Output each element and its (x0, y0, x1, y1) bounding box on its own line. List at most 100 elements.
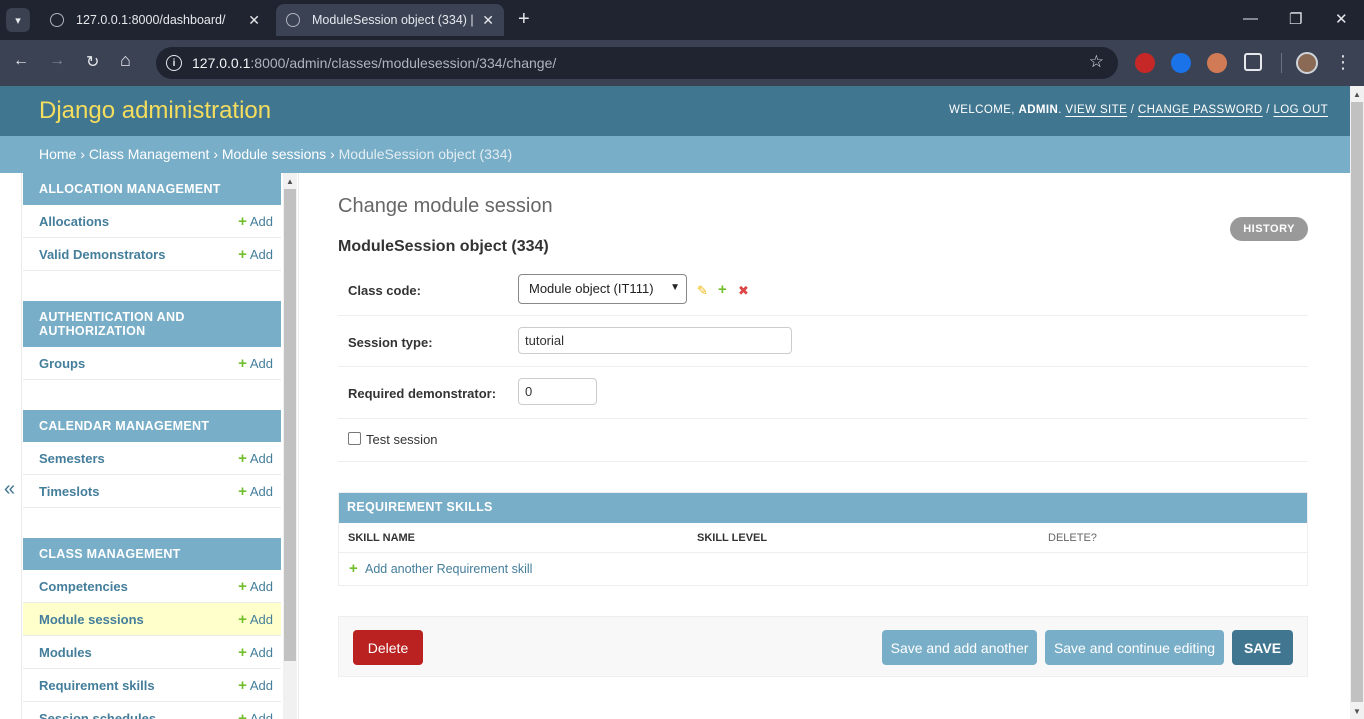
sidebar-item-module-sessions: Module sessions + Add (23, 603, 281, 636)
model-link[interactable]: Module sessions (39, 612, 144, 627)
add-link[interactable]: + Add (238, 213, 273, 230)
model-link[interactable]: Requirement skills (39, 678, 155, 693)
sidebar-item-modules: Modules + Add (23, 636, 281, 669)
extension-google-icon[interactable] (1171, 53, 1191, 73)
save-and-add-another-button[interactable]: Save and add another (882, 630, 1037, 665)
add-link[interactable]: + Add (238, 677, 273, 694)
bookmark-star-icon[interactable]: ☆ (1089, 52, 1104, 72)
test-session-checkbox[interactable] (348, 432, 361, 445)
object-title: ModuleSession object (334) (338, 238, 549, 255)
delete-button[interactable]: Delete (353, 630, 423, 665)
plus-icon: + (238, 482, 247, 500)
sidebar-item-allocations: Allocations + Add (23, 205, 281, 238)
username: ADMIN (1018, 104, 1059, 116)
add-link[interactable]: + Add (238, 611, 273, 628)
add-link[interactable]: + Add (238, 246, 273, 263)
breadcrumb-model[interactable]: Module sessions (222, 146, 326, 162)
address-bar[interactable]: i 127.0.0.1:8000/admin/classes/moduleses… (156, 47, 1118, 79)
tab-search-button[interactable]: ▾ (6, 8, 30, 32)
globe-icon (50, 13, 64, 27)
home-icon[interactable]: ⌂ (120, 50, 131, 71)
app-caption[interactable]: ALLOCATION MANAGEMENT (23, 173, 281, 205)
browser-menu-icon[interactable]: ⋮ (1334, 52, 1352, 73)
sidebar-toggle[interactable]: « (0, 173, 22, 719)
add-link[interactable]: + Add (238, 578, 273, 595)
browser-tab-strip: ▾ 127.0.0.1:8000/dashboard/ ✕ ModuleSess… (0, 0, 1364, 40)
sidebar-scrollbar[interactable]: ▲ (283, 173, 297, 719)
add-link[interactable]: + Add (238, 644, 273, 661)
minimize-icon[interactable]: — (1243, 10, 1258, 27)
breadcrumb-separator: › (213, 146, 218, 162)
separator: / (1266, 104, 1270, 116)
plus-icon: + (238, 449, 247, 467)
view-site-link[interactable]: VIEW SITE (1065, 104, 1127, 116)
reload-icon[interactable]: ↻ (86, 52, 99, 72)
back-icon[interactable]: ← (13, 52, 29, 70)
scroll-up-icon[interactable]: ▲ (1353, 90, 1361, 99)
inline-caption: REQUIREMENT SKILLS (339, 493, 1307, 523)
delete-related-x-icon[interactable]: ✖ (738, 283, 749, 299)
model-link[interactable]: Modules (39, 645, 92, 660)
restore-icon[interactable]: ❐ (1289, 10, 1302, 28)
browser-tab-dashboard[interactable]: 127.0.0.1:8000/dashboard/ ✕ (40, 4, 270, 36)
app-caption[interactable]: CLASS MANAGEMENT (23, 538, 281, 570)
extensions-puzzle-icon[interactable] (1244, 53, 1262, 71)
add-another-link[interactable]: Add another Requirement skill (365, 562, 532, 576)
browser-tab-modulesession[interactable]: ModuleSession object (334) | Cl ✕ (276, 4, 504, 36)
site-name[interactable]: Django administration (39, 97, 271, 125)
add-related-plus-icon[interactable]: + (718, 281, 727, 298)
add-another-row[interactable]: + Add another Requirement skill (339, 553, 1307, 585)
page-scroll-thumb[interactable] (1351, 102, 1363, 702)
app-caption[interactable]: AUTHENTICATION AND AUTHORIZATION (23, 301, 281, 347)
model-link[interactable]: Allocations (39, 214, 109, 229)
add-link[interactable]: + Add (238, 710, 273, 719)
breadcrumb-app[interactable]: Class Management (89, 146, 210, 162)
add-link[interactable]: + Add (238, 355, 273, 372)
log-out-link[interactable]: LOG OUT (1273, 104, 1328, 116)
session-type-input[interactable]: tutorial (518, 327, 792, 354)
class-code-select[interactable]: Module object (IT111) ▼ (518, 274, 687, 304)
breadcrumb-home[interactable]: Home (39, 146, 76, 162)
column-header-skill-name: SKILL NAME (348, 532, 416, 544)
app-caption[interactable]: CALENDAR MANAGEMENT (23, 410, 281, 442)
forward-icon[interactable]: → (49, 52, 65, 70)
scroll-up-icon[interactable]: ▲ (286, 177, 294, 186)
site-info-icon[interactable]: i (166, 55, 182, 71)
plus-icon: + (238, 245, 247, 263)
change-password-link[interactable]: CHANGE PASSWORD (1138, 104, 1263, 116)
scroll-down-icon[interactable]: ▼ (1353, 707, 1361, 716)
model-link[interactable]: Competencies (39, 579, 128, 594)
separator: / (1130, 104, 1135, 116)
new-tab-button[interactable]: + (518, 8, 530, 31)
model-link[interactable]: Valid Demonstrators (39, 247, 165, 262)
sidebar-item-timeslots: Timeslots + Add (23, 475, 281, 508)
breadcrumb: Home › Class Management › Module session… (0, 136, 1350, 173)
save-button[interactable]: SAVE (1232, 630, 1293, 665)
tab-close-icon[interactable]: ✕ (248, 12, 260, 29)
plus-icon: + (349, 560, 358, 577)
add-link[interactable]: + Add (238, 483, 273, 500)
form-row-class-code: Class code: (338, 262, 1308, 316)
required-demonstrator-input[interactable]: 0 (518, 378, 597, 405)
inline-table-header: SKILL NAME SKILL LEVEL DELETE? (339, 523, 1307, 553)
app-module-calendar: CALENDAR MANAGEMENT Semesters + Add Times… (23, 410, 281, 508)
model-link[interactable]: Timeslots (39, 484, 99, 499)
tab-close-icon[interactable]: ✕ (482, 12, 494, 29)
required-demonstrator-label: Required demonstrator: (348, 386, 497, 401)
save-and-continue-button[interactable]: Save and continue editing (1045, 630, 1224, 665)
breadcrumb-separator: › (330, 146, 335, 162)
model-link[interactable]: Groups (39, 356, 85, 371)
extension-avatar-icon[interactable] (1207, 53, 1227, 73)
sidebar-scroll-thumb[interactable] (284, 189, 296, 661)
page-scrollbar[interactable]: ▲ ▼ (1350, 86, 1364, 719)
history-button[interactable]: HISTORY (1230, 217, 1308, 241)
test-session-label[interactable]: Test session (366, 432, 438, 447)
add-link[interactable]: + Add (238, 450, 273, 467)
window-close-icon[interactable]: ✕ (1335, 10, 1348, 28)
extension-adblock-icon[interactable] (1135, 53, 1155, 73)
edit-related-pencil-icon[interactable]: ✎ (697, 283, 708, 299)
profile-avatar[interactable] (1296, 52, 1318, 74)
model-link[interactable]: Session schedules (39, 711, 156, 719)
collapse-sidebar-icon[interactable]: « (4, 478, 15, 501)
model-link[interactable]: Semesters (39, 451, 105, 466)
